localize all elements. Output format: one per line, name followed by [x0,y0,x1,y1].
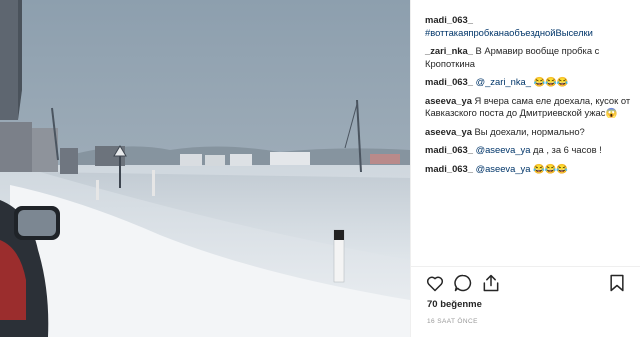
post-photo[interactable] [0,0,410,337]
post-sidebar: madi_063_ #воттакаяпробканаобъезднойВысе… [410,0,640,337]
heart-icon[interactable] [425,273,447,295]
comment-item: madi_063_ @aseeva_ya да , за 6 часов ! [425,144,602,155]
comment-username[interactable]: madi_063_ [425,14,473,25]
comment-icon[interactable] [453,273,475,295]
snowy-road-scene [0,0,410,337]
comment-username[interactable]: _zari_nka_ [425,45,473,56]
comment-username[interactable]: madi_063_ [425,163,473,174]
hashtag-link[interactable]: #воттакаяпробканаобъезднойВыселки [425,27,593,38]
comment-username[interactable]: madi_063_ [425,144,473,155]
comment-item: madi_063_ @_zari_nka_ 😂😂😂 [425,76,569,87]
comment-item: _zari_nka_ В Армавир вообще пробка с Кро… [425,45,600,69]
comment-username[interactable]: aseeva_ya [425,126,472,137]
action-bar [425,273,630,295]
mention-link[interactable]: @_zari_nka_ [476,76,531,87]
comment-username[interactable]: madi_063_ [425,76,473,87]
comment-item: aseeva_ya Вы доехали, нормально? [425,125,585,137]
likes-count[interactable]: 70 beğenme [427,299,482,310]
comment-item: aseeva_ya Я вчера сама еле доехала, кусо… [425,94,631,119]
comment-username[interactable]: aseeva_ya [425,95,472,106]
divider [411,266,640,267]
mention-link[interactable]: @aseeva_ya [476,163,531,174]
mention-link[interactable]: @aseeva_ya [476,144,531,155]
comment-list: madi_063_ #воттакаяпробканаобъезднойВысе… [425,14,637,181]
post-timestamp: 16 SAAT ÖNCE [427,318,478,325]
comment-item: madi_063_ @aseeva_ya 😂😂😂 [425,162,569,174]
bookmark-icon[interactable] [607,273,629,295]
comment-item: madi_063_ #воттакаяпробканаобъезднойВысе… [425,14,637,39]
share-icon[interactable] [481,273,503,295]
